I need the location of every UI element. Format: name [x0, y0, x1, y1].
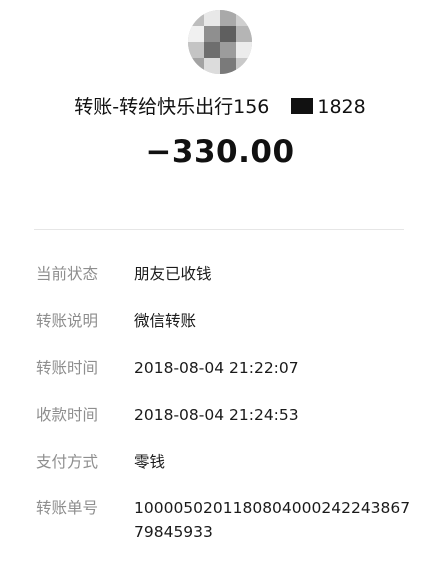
detail-value: 2018-08-04 21:24:53 [134, 406, 299, 424]
transfer-title-suffix: 1828 [317, 96, 366, 118]
detail-label: 支付方式 [36, 453, 99, 471]
transfer-title-prefix: 转账-转给快乐出行156 [74, 96, 270, 118]
detail-label: 当前状态 [36, 265, 99, 283]
detail-label: 转账单号 [36, 499, 99, 517]
divider [34, 229, 404, 230]
avatar-photo-icon [188, 10, 252, 74]
detail-value: 零钱 [134, 453, 166, 471]
detail-value-transaction-id: 1000050201180804000242243867 79845933 [134, 499, 411, 541]
detail-label: 收款时间 [36, 406, 99, 424]
transfer-amount: −330.00 [145, 134, 295, 170]
detail-value: 微信转账 [134, 312, 197, 330]
detail-value: 2018-08-04 21:22:07 [134, 359, 299, 377]
redaction-mask [291, 98, 314, 114]
transfer-detail-screen: 转账-转给快乐出行156 1828 −330.00 当前状态 朋友已收钱 转账说明… [0, 0, 440, 564]
detail-label: 转账说明 [36, 312, 99, 330]
detail-value: 朋友已收钱 [134, 265, 212, 283]
detail-label: 转账时间 [36, 359, 99, 377]
transfer-title: 转账-转给快乐出行156 1828 [0, 92, 440, 119]
